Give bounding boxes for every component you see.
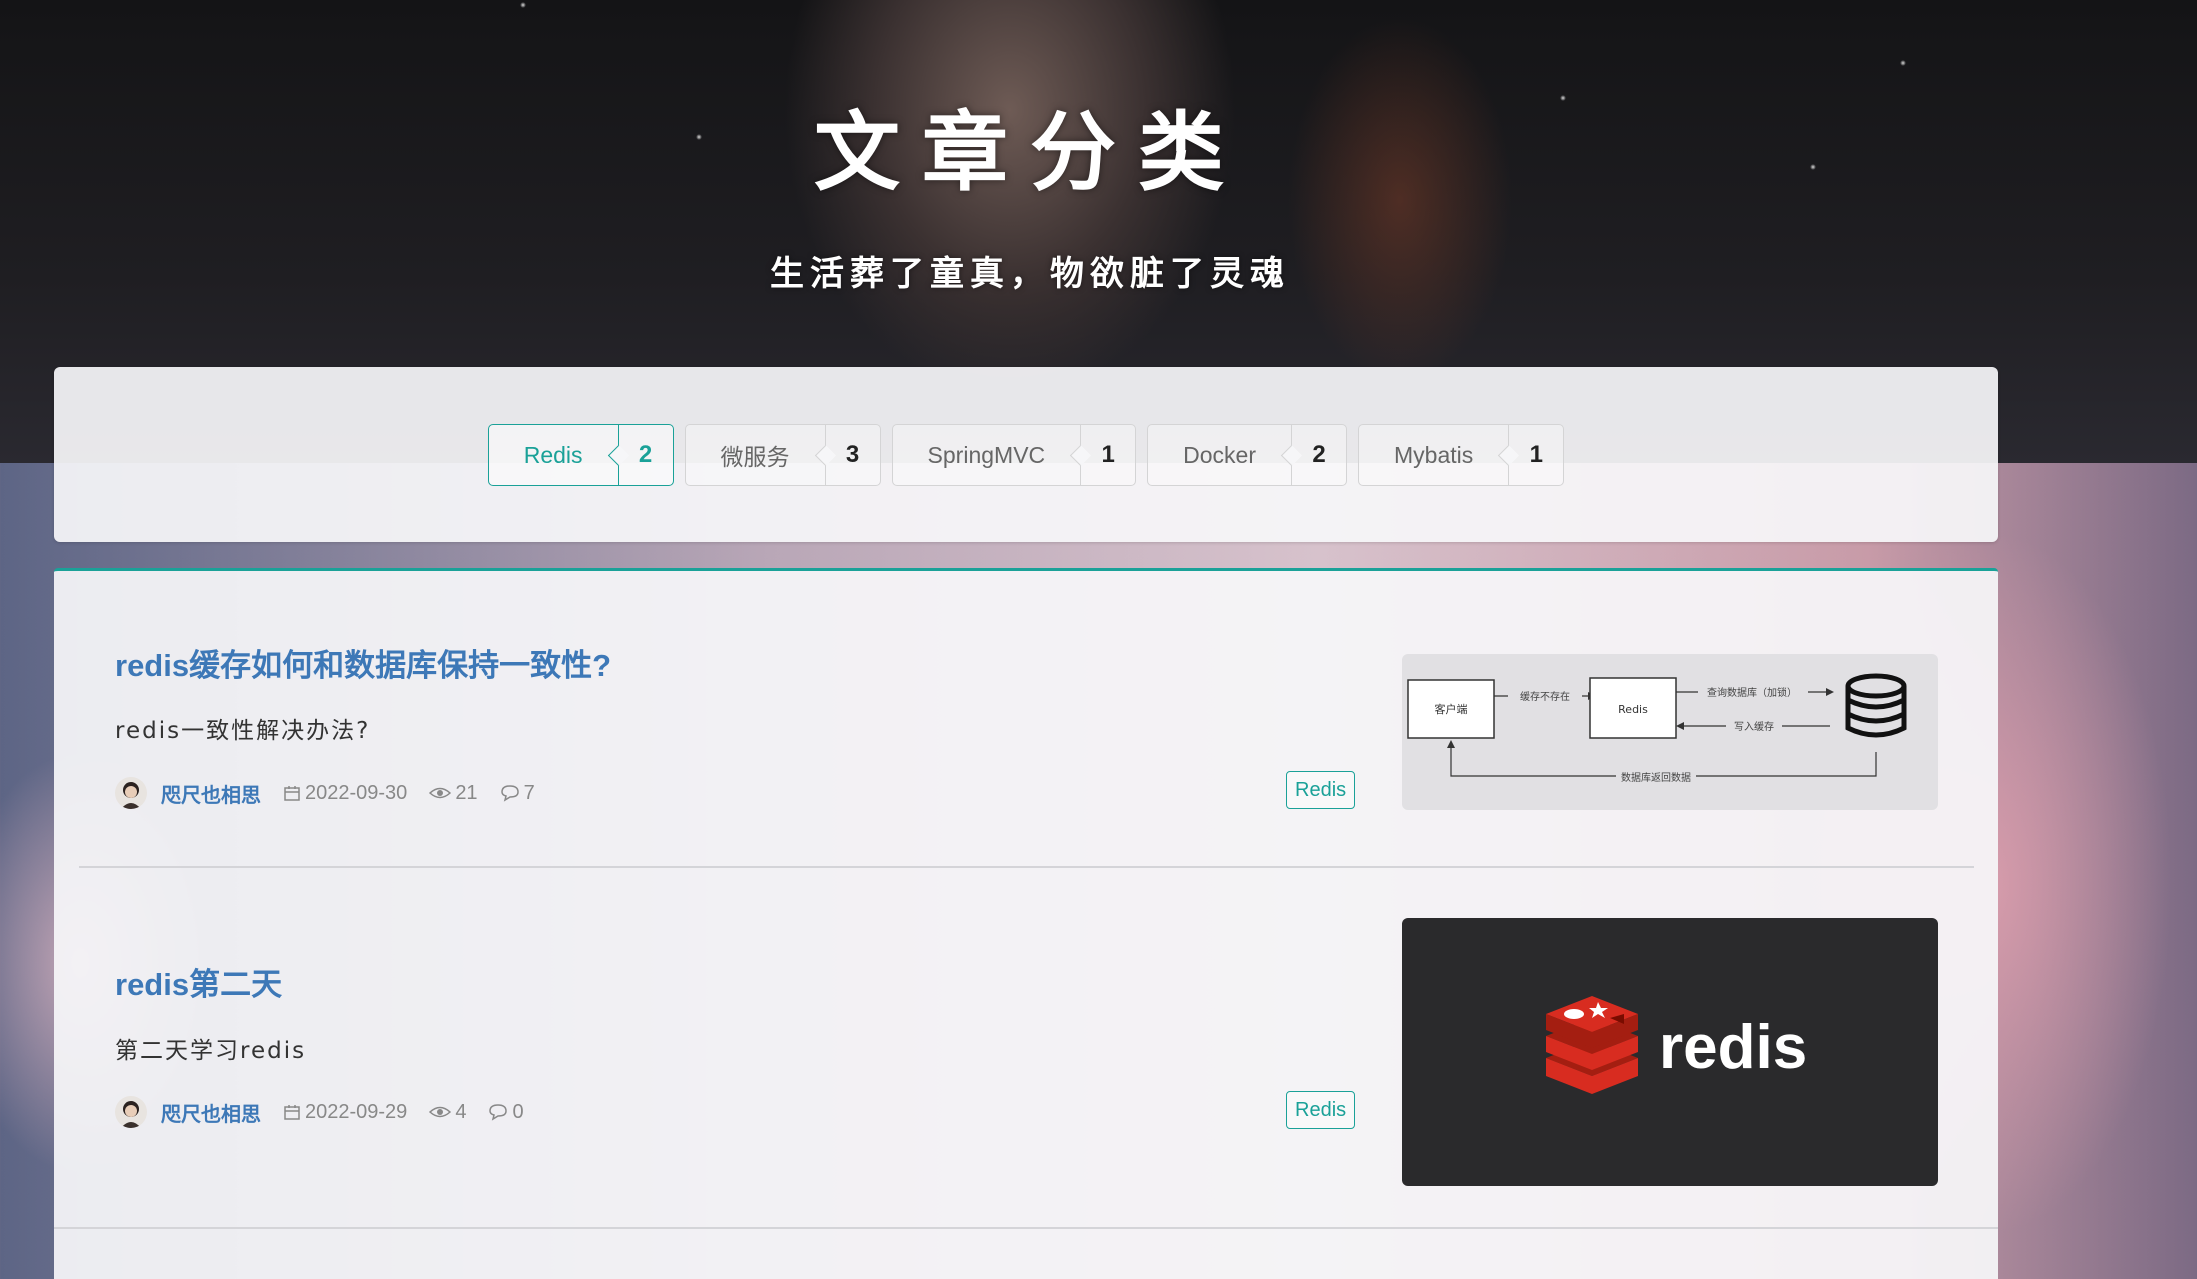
article-divider (79, 866, 1974, 868)
article-meta: 咫尺也相思 2022-09-29 4 0 (115, 1096, 546, 1128)
star-decoration (1900, 60, 1906, 66)
redis-logo: redis (1546, 996, 1807, 1094)
article-thumbnail[interactable]: redis (1402, 918, 1938, 1186)
calendar-icon (284, 786, 300, 801)
category-count: 1 (1080, 425, 1135, 485)
page-subtitle: 生活葬了童真，物欲脏了灵魂 (770, 254, 1290, 294)
svg-text:客户端: 客户端 (1435, 702, 1468, 716)
date-text: 2022-09-29 (305, 1100, 408, 1123)
category-count: 3 (824, 425, 880, 485)
category-label: Redis (523, 441, 583, 468)
avatar[interactable] (115, 1096, 147, 1128)
calendar-icon (284, 1105, 300, 1120)
comment-count-text: 0 (512, 1100, 524, 1123)
category-docker[interactable]: Docker 2 (1147, 424, 1348, 486)
article-description: 第二天学习redis (115, 1038, 307, 1064)
category-mybatis[interactable]: Mybatis 1 (1358, 424, 1565, 486)
date: 2022-09-30 (283, 782, 407, 805)
view-count-text: 4 (455, 1100, 467, 1123)
star-decoration (520, 2, 526, 8)
date-text: 2022-09-30 (305, 781, 408, 804)
date: 2022-09-29 (283, 1101, 407, 1124)
article-thumbnail[interactable]: 客户端 缓存不存在 Redis 查询数据库（加锁） 写入缓存 数据库返回数据 (1402, 654, 1938, 810)
database-icon (1845, 673, 1907, 738)
category-panel: Redis 2 微服务 3 SpringMVC 1 Docker 2 Mybat… (54, 367, 1998, 542)
author-name[interactable]: 咫尺也相思 (161, 779, 261, 808)
article-description: redis一致性解决办法? (115, 718, 371, 744)
category-label: Docker (1183, 441, 1257, 468)
svg-text:写入缓存: 写入缓存 (1734, 720, 1774, 733)
avatar[interactable] (115, 777, 147, 809)
article-tag[interactable]: Redis (1286, 1091, 1356, 1129)
eye-icon (429, 1106, 452, 1118)
view-count: 21 (429, 781, 478, 805)
svg-text:查询数据库（加锁）: 查询数据库（加锁） (1707, 686, 1797, 699)
view-count-text: 21 (455, 781, 478, 804)
page-title: 文章分类 (814, 102, 1246, 203)
comment-count: 7 (500, 782, 535, 805)
category-list: Redis 2 微服务 3 SpringMVC 1 Docker 2 Mybat… (54, 424, 1998, 486)
category-label: 微服务 (720, 444, 790, 470)
cache-flow-diagram: 客户端 缓存不存在 Redis 查询数据库（加锁） 写入缓存 数据库返回数据 (1407, 673, 1907, 785)
article-list-panel: redis缓存如何和数据库保持一致性? redis一致性解决办法? 咫尺也相思 … (54, 568, 1998, 1279)
category-springmvc[interactable]: SpringMVC 1 (891, 424, 1137, 486)
category-count: 2 (1291, 425, 1346, 485)
category-label: Mybatis (1394, 441, 1474, 468)
category-count: 2 (617, 425, 673, 485)
article-meta: 咫尺也相思 2022-09-30 21 7 (115, 777, 557, 809)
author-name[interactable]: 咫尺也相思 (161, 1098, 261, 1127)
article-title[interactable]: redis缓存如何和数据库保持一致性? (115, 640, 611, 685)
redis-cube-icon (1546, 996, 1638, 1094)
svg-text:Redis: Redis (1618, 703, 1648, 716)
article-title[interactable]: redis第二天 (115, 959, 282, 1004)
svg-text:数据库返回数据: 数据库返回数据 (1621, 771, 1691, 784)
category-count: 1 (1508, 425, 1563, 485)
article-tag[interactable]: Redis (1286, 771, 1356, 809)
category-microservice[interactable]: 微服务 3 (684, 424, 881, 486)
eye-icon (429, 787, 452, 799)
category-redis[interactable]: Redis 2 (487, 424, 674, 486)
article-divider (54, 1227, 1998, 1229)
comment-icon (500, 785, 519, 802)
comment-icon (489, 1104, 508, 1121)
comment-count-text: 7 (523, 781, 535, 804)
comment-count: 0 (488, 1100, 524, 1124)
svg-text:redis: redis (1659, 1013, 1807, 1082)
category-label: SpringMVC (927, 441, 1046, 468)
view-count: 4 (429, 1101, 466, 1124)
svg-text:缓存不存在: 缓存不存在 (1520, 690, 1570, 703)
